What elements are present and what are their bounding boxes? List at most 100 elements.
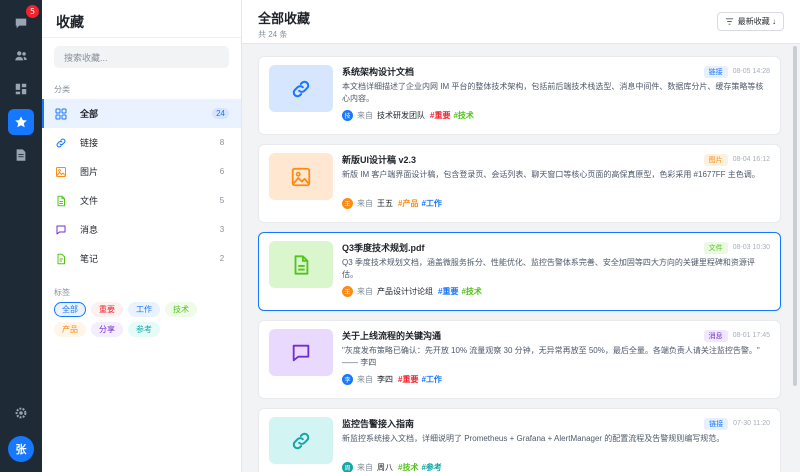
type-badge: 链接 — [704, 417, 729, 430]
source-avatar: 王 — [342, 286, 353, 297]
card-description: Q3 季度技术规划文档，涵盖微服务拆分、性能优化、监控告警体系完善、安全加固等四… — [342, 258, 755, 279]
favorite-card[interactable]: 系统架构设计文档 链接 08-05 14:28 本文档详细描述了企业内网 IM … — [258, 56, 781, 135]
workspace-nav-button[interactable] — [8, 76, 34, 102]
tag-chip[interactable]: 重要 — [91, 302, 123, 317]
main-content: 全部收藏 共 24 条 最新收藏 ↓ 系统架构设计文档 链接 08-05 14:… — [242, 0, 800, 472]
image-icon — [54, 165, 68, 179]
type-badge: 文件 — [703, 241, 728, 254]
category-count: 3 — [219, 225, 225, 234]
category-label: 链接 — [80, 138, 99, 148]
source-avatar: 李 — [342, 374, 353, 385]
card-description: 新监控系统接入文档，详细说明了 Prometheus + Grafana + A… — [342, 434, 725, 443]
card-thumbnail — [269, 153, 333, 200]
source-name[interactable]: 技术研发团队 — [377, 110, 425, 121]
card-timestamp: 08-04 16:12 — [732, 156, 770, 163]
tag-chip[interactable]: 分享 — [91, 322, 123, 337]
favorite-card[interactable]: Q3季度技术规划.pdf 文件 08-03 10:30 Q3 季度技术规划文档，… — [258, 232, 781, 311]
sort-button[interactable]: 最新收藏 ↓ — [716, 12, 784, 31]
panel-title: 收藏 — [42, 0, 241, 38]
category-label: 全部 — [80, 109, 99, 119]
card-timestamp: 07-30 11:20 — [733, 420, 770, 427]
chat-nav-button[interactable]: 5 — [8, 5, 39, 36]
source-name[interactable]: 周八 — [377, 462, 393, 472]
source-prefix: 来自 — [357, 375, 373, 384]
tag-list: 全部 重要 工作 技术产品 分享 参考 — [42, 302, 241, 337]
page-title: 全部收藏 — [258, 11, 311, 26]
card-tag[interactable]: #工作 — [421, 198, 441, 209]
favorites-nav-button[interactable] — [8, 109, 34, 135]
card-tag[interactable]: #参考 — [421, 462, 441, 472]
link-icon — [290, 78, 312, 100]
category-item[interactable]: 笔记 2 — [42, 244, 241, 273]
unread-badge: 5 — [26, 5, 39, 18]
card-meta: 王 来自 产品设计讨论组 #重要 #技术 — [342, 286, 770, 297]
source-prefix: 来自 — [357, 111, 373, 120]
card-description: "灰度发布策略已确认：先开放 10% 流量观察 30 分钟，无异常再放至 50%… — [342, 346, 760, 367]
tag-chip[interactable]: 技术 — [165, 302, 197, 317]
tag-chip[interactable]: 参考 — [128, 322, 160, 337]
chat-icon — [15, 18, 27, 29]
gear-icon — [15, 407, 27, 419]
category-count: 2 — [219, 254, 225, 263]
card-description: 本文档详细描述了企业内网 IM 平台的整体技术架构，包括前后端技术栈选型、消息中… — [342, 82, 764, 103]
category-item[interactable]: 图片 6 — [42, 157, 241, 186]
source-prefix: 来自 — [357, 199, 373, 208]
card-tag[interactable]: #产品 — [398, 198, 418, 209]
file-icon — [54, 194, 68, 208]
category-item[interactable]: 文件 5 — [42, 186, 241, 215]
search-input[interactable]: 搜索收藏... — [54, 46, 229, 68]
scrollbar[interactable] — [793, 46, 797, 386]
tag-chip[interactable]: 工作 — [128, 302, 160, 317]
link-icon — [54, 136, 68, 150]
category-label: 文件 — [80, 196, 99, 206]
contacts-nav-button[interactable] — [8, 43, 34, 69]
card-meta: 李 来自 李四 #重要 #工作 — [342, 374, 770, 385]
category-list: 全部 24 链接 8 图片 6 文件 5 消息 3 笔记 2 — [42, 99, 241, 273]
favorites-list: 系统架构设计文档 链接 08-05 14:28 本文档详细描述了企业内网 IM … — [242, 44, 800, 472]
tag-chip[interactable]: 全部 — [54, 302, 86, 317]
source-avatar: 王 — [342, 198, 353, 209]
type-badge: 图片 — [703, 153, 728, 166]
card-thumbnail — [269, 329, 333, 376]
card-thumbnail — [269, 241, 333, 288]
card-tag[interactable]: #技术 — [453, 110, 473, 121]
category-item[interactable]: 消息 3 — [42, 215, 241, 244]
favorite-card[interactable]: 监控告警接入指南 链接 07-30 11:20 新监控系统接入文档，详细说明了 … — [258, 408, 781, 472]
card-thumbnail — [269, 65, 333, 112]
card-title: 监控告警接入指南 — [342, 419, 415, 429]
tags-heading: 标签 — [54, 288, 70, 297]
card-tag[interactable]: #重要 — [430, 110, 450, 121]
category-label: 消息 — [80, 225, 99, 235]
user-avatar[interactable]: 张 — [8, 436, 34, 462]
source-prefix: 来自 — [357, 287, 373, 296]
card-timestamp: 08-01 17:45 — [732, 332, 770, 339]
document-icon — [16, 149, 26, 161]
contacts-icon — [15, 51, 27, 61]
category-count: 24 — [212, 108, 229, 119]
source-name[interactable]: 王五 — [377, 198, 393, 209]
card-title: Q3季度技术规划.pdf — [342, 243, 425, 253]
nav-rail: 5 张 — [0, 0, 42, 472]
card-tag[interactable]: #技术 — [461, 286, 481, 297]
favorite-card[interactable]: 新版UI设计稿 v2.3 图片 08-04 16:12 新版 IM 客户端界面设… — [258, 144, 781, 223]
card-meta: 技 来自 技术研发团队 #重要 #技术 — [342, 110, 770, 121]
image-icon — [290, 166, 312, 188]
card-tag[interactable]: #工作 — [421, 374, 441, 385]
sort-label: 最新收藏 ↓ — [737, 17, 776, 26]
tag-chip[interactable]: 产品 — [54, 322, 86, 337]
docs-nav-button[interactable] — [8, 142, 34, 168]
favorite-card[interactable]: 关于上线流程的关键沟通 消息 08-01 17:45 "灰度发布策略已确认：先开… — [258, 320, 781, 399]
card-tag[interactable]: #重要 — [398, 374, 418, 385]
category-item[interactable]: 链接 8 — [42, 128, 241, 157]
source-name[interactable]: 李四 — [377, 374, 393, 385]
category-item[interactable]: 全部 24 — [42, 99, 241, 128]
card-tag[interactable]: #技术 — [398, 462, 418, 472]
message-icon — [290, 342, 312, 364]
category-label: 笔记 — [80, 254, 99, 264]
card-title: 新版UI设计稿 v2.3 — [342, 155, 417, 165]
note-icon — [54, 252, 68, 266]
settings-nav-button[interactable] — [8, 400, 34, 426]
message-icon — [54, 223, 68, 237]
source-name[interactable]: 产品设计讨论组 — [377, 286, 433, 297]
card-tag[interactable]: #重要 — [438, 286, 458, 297]
